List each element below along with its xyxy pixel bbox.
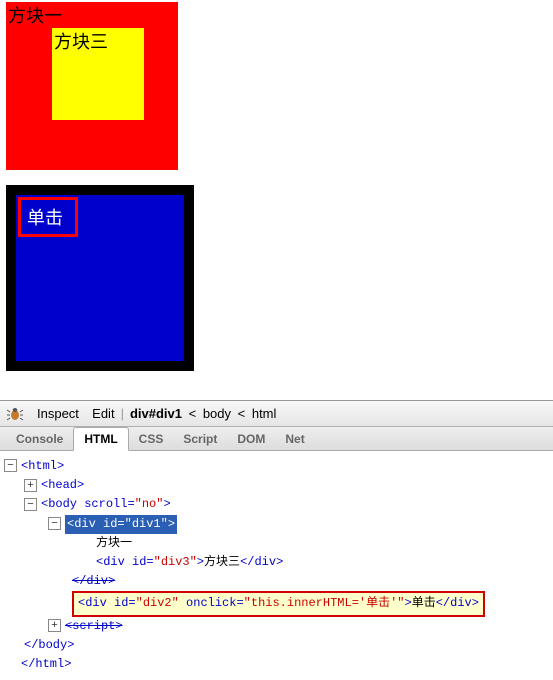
src-line-highlighted[interactable]: <div id="div2" onclick="this.innerHTML='… — [4, 591, 549, 616]
inspect-button[interactable]: Inspect — [37, 406, 79, 421]
src-line[interactable]: + <script> — [4, 617, 549, 636]
box-three-label: 方块三 — [54, 32, 108, 52]
text-node: 方块一 — [96, 536, 132, 550]
tag-close: > — [197, 555, 204, 569]
breadcrumb-current[interactable]: div#div1 — [130, 406, 182, 421]
attr-value: "no" — [135, 497, 164, 511]
text-node: 方块三 — [204, 555, 240, 569]
src-line[interactable]: + <head> — [4, 476, 549, 495]
tag-div3: <div — [96, 555, 132, 569]
tag-head: <head> — [41, 478, 84, 492]
attr-name: id — [132, 555, 146, 569]
tag-close: > — [405, 596, 412, 610]
tab-html[interactable]: HTML — [73, 427, 128, 451]
text-node: 单击 — [412, 596, 436, 610]
devtools-panel: Inspect Edit | div#div1 < body < html Co… — [0, 400, 553, 680]
collapse-icon[interactable]: − — [24, 498, 37, 511]
breadcrumb-sep: < — [185, 406, 200, 421]
expand-icon[interactable]: + — [24, 479, 37, 492]
src-line[interactable]: </body> — [4, 636, 549, 655]
tab-console[interactable]: Console — [6, 428, 73, 450]
tag-end: </div> — [72, 574, 115, 588]
tag-body: <body — [41, 497, 84, 511]
tag-end: </div> — [240, 555, 283, 569]
tag-div1: <div — [67, 517, 103, 531]
src-line[interactable]: 方块一 — [4, 534, 549, 553]
rendered-page: 方块一 方块三 单击 — [0, 0, 553, 400]
tag-div2: <div — [78, 596, 114, 610]
edit-button[interactable]: Edit — [92, 406, 114, 421]
separator: | — [121, 406, 124, 421]
breadcrumb-sep: < — [234, 406, 249, 421]
attr-name: onclick — [186, 596, 236, 610]
tag-html: <html> — [21, 459, 64, 473]
box-two-label: 单击 — [27, 204, 63, 230]
box-two[interactable]: 单击 — [6, 185, 194, 371]
expand-icon[interactable]: + — [48, 619, 61, 632]
tag-end: </div> — [436, 596, 479, 610]
tag-close: > — [168, 517, 175, 531]
box-three: 方块三 — [52, 28, 144, 120]
devtools-toolbar: Inspect Edit | div#div1 < body < html — [0, 401, 553, 427]
tag-script: <script> — [65, 619, 123, 633]
tag-close: > — [163, 497, 170, 511]
devtools-source: −<html> +<head> −<body scroll="no"> −<di… — [0, 451, 553, 680]
attr-name: id — [114, 596, 128, 610]
collapse-icon[interactable]: − — [48, 517, 61, 530]
src-line[interactable]: −<html> — [4, 457, 549, 476]
attr-value: "div3" — [154, 555, 197, 569]
attr-value: "div2" — [136, 596, 179, 610]
src-line[interactable]: <div id="div3">方块三</div> — [4, 553, 549, 572]
attr-value: "this.innerHTML='单击'" — [244, 596, 405, 610]
firebug-icon[interactable] — [6, 405, 24, 423]
box-one: 方块一 方块三 — [6, 2, 178, 170]
tag-end: </body> — [24, 638, 74, 652]
tab-css[interactable]: CSS — [129, 428, 174, 450]
src-line-selected[interactable]: −<div id="div1"> — [4, 515, 549, 534]
box-one-label: 方块一 — [8, 6, 62, 26]
attr-name: scroll — [84, 497, 127, 511]
src-line[interactable]: </html> — [4, 655, 549, 674]
tab-dom[interactable]: DOM — [227, 428, 275, 450]
collapse-icon[interactable]: − — [4, 459, 17, 472]
src-line[interactable]: −<body scroll="no"> — [4, 495, 549, 514]
src-line[interactable]: </div> — [4, 572, 549, 591]
breadcrumb-html[interactable]: html — [252, 406, 277, 421]
breadcrumb-body[interactable]: body — [203, 406, 231, 421]
attr-value: "div1" — [125, 517, 168, 531]
attr-name: id — [103, 517, 117, 531]
inspect-highlight: 单击 — [18, 197, 78, 237]
tab-net[interactable]: Net — [275, 428, 314, 450]
devtools-tabs: Console HTML CSS Script DOM Net — [0, 427, 553, 451]
tab-script[interactable]: Script — [173, 428, 227, 450]
